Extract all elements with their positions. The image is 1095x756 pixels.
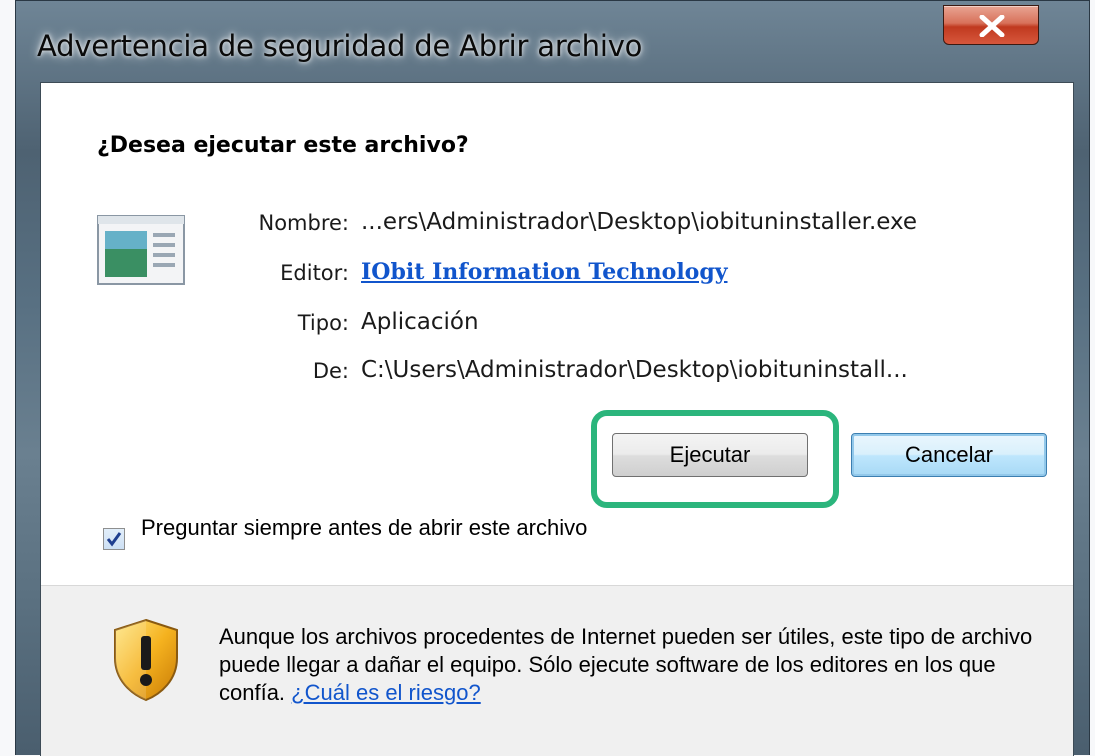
- editor-link[interactable]: IObit Information Technology: [361, 259, 728, 285]
- from-value: C:\Users\Administrador\Desktop\iobitunin…: [361, 357, 908, 383]
- close-icon: [979, 15, 1005, 37]
- dialog-question: ¿Desea ejecutar este archivo?: [97, 133, 469, 158]
- editor-label: Editor:: [280, 261, 349, 285]
- cancel-button[interactable]: Cancelar: [851, 433, 1047, 477]
- always-ask-label[interactable]: Preguntar siempre antes de abrir este ar…: [141, 515, 611, 540]
- name-label: Nombre:: [258, 211, 349, 235]
- type-label: Tipo:: [297, 311, 349, 335]
- close-button[interactable]: [943, 5, 1039, 45]
- checkmark-icon: [106, 532, 122, 547]
- warning-message: Aunque los archivos procedentes de Inter…: [219, 623, 1049, 707]
- title-bar[interactable]: Advertencia de seguridad de Abrir archiv…: [16, 1, 1089, 81]
- window-title: Advertencia de seguridad de Abrir archiv…: [37, 29, 643, 63]
- name-value: ...ers\Administrador\Desktop\iobituninst…: [361, 209, 918, 235]
- type-value: Aplicación: [361, 309, 479, 335]
- security-warning-window: Advertencia de seguridad de Abrir archiv…: [15, 0, 1090, 756]
- risk-link[interactable]: ¿Cuál es el riesgo?: [291, 680, 481, 705]
- always-ask-checkbox[interactable]: [103, 528, 125, 550]
- security-shield-warning-icon: [114, 618, 178, 702]
- run-button[interactable]: Ejecutar: [612, 433, 808, 477]
- dialog-body: ¿Desea ejecutar este archivo? Nombre: ..…: [40, 82, 1074, 756]
- from-label: De:: [312, 359, 349, 383]
